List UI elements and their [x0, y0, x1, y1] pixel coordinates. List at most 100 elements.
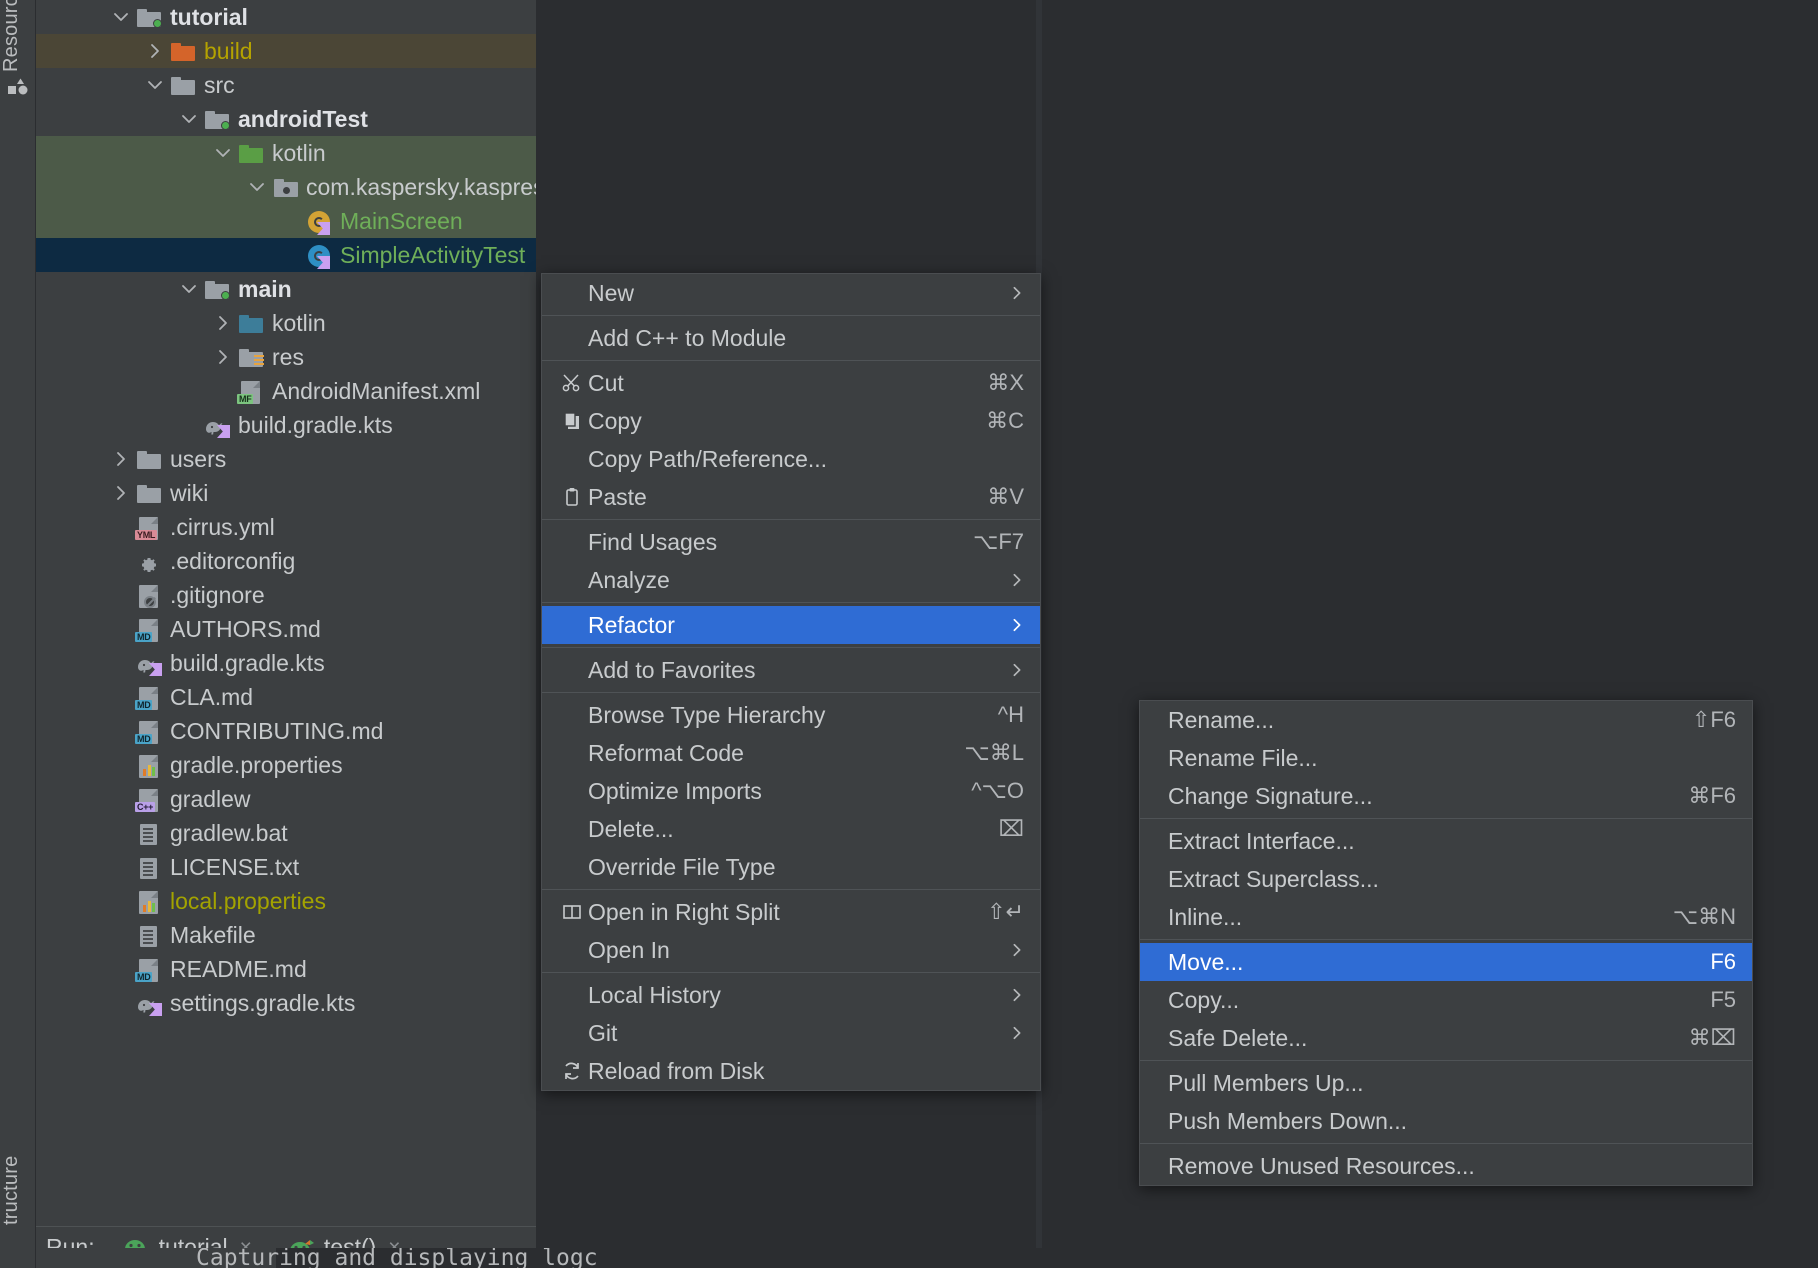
- menu-item[interactable]: Pull Members Up...: [1140, 1064, 1752, 1102]
- tree-row[interactable]: gradlew.bat: [36, 816, 536, 850]
- menu-item[interactable]: Rename File...: [1140, 739, 1752, 777]
- menu-separator: [542, 889, 1040, 890]
- chevron-down-icon[interactable]: [142, 77, 168, 93]
- chevron-right-icon: [1010, 618, 1024, 632]
- module-folder-icon: [205, 111, 230, 130]
- tree-row[interactable]: local.properties: [36, 884, 536, 918]
- tree-row[interactable]: settings.gradle.kts: [36, 986, 536, 1020]
- menu-item-shortcut: F5: [1710, 987, 1736, 1012]
- context-menu[interactable]: New Add C++ to Module Cut ⌘X Copy ⌘C Copy Path…: [541, 273, 1041, 1091]
- tree-row[interactable]: MD AUTHORS.md: [36, 612, 536, 646]
- tree-item-label: androidTest: [238, 105, 368, 132]
- menu-item[interactable]: Local History: [542, 976, 1040, 1014]
- chevron-right-icon[interactable]: [210, 315, 236, 331]
- project-tree-panel[interactable]: tutorial build src androidTest kotlin com.kas…: [36, 0, 536, 1226]
- tree-row[interactable]: build.gradle.kts: [36, 408, 536, 442]
- menu-item[interactable]: Cut ⌘X: [542, 364, 1040, 402]
- menu-item[interactable]: Remove Unused Resources...: [1140, 1147, 1752, 1185]
- source-folder-icon: [239, 315, 263, 333]
- menu-item[interactable]: Copy ⌘C: [542, 402, 1040, 440]
- tree-row[interactable]: users: [36, 442, 536, 476]
- tree-row[interactable]: MD CONTRIBUTING.md: [36, 714, 536, 748]
- menu-item[interactable]: Refactor: [542, 606, 1040, 644]
- menu-item-label: Reformat Code: [588, 739, 744, 766]
- chevron-down-icon[interactable]: [176, 281, 202, 297]
- menu-item[interactable]: Browse Type Hierarchy ^H: [542, 696, 1040, 734]
- tree-row[interactable]: MD CLA.md: [36, 680, 536, 714]
- menu-item[interactable]: Optimize Imports ^⌥O: [542, 772, 1040, 810]
- chevron-right-icon[interactable]: [142, 43, 168, 59]
- gradle-file-icon: [136, 994, 162, 1016]
- tree-row[interactable]: src: [36, 68, 536, 102]
- tree-row[interactable]: MF AndroidManifest.xml: [36, 374, 536, 408]
- tool-tab-structure[interactable]: tructure: [0, 1156, 36, 1266]
- menu-item[interactable]: Push Members Down...: [1140, 1102, 1752, 1140]
- tree-item-label: CLA.md: [170, 683, 254, 710]
- tree-row[interactable]: .gitignore: [36, 578, 536, 612]
- chevron-right-icon[interactable]: [108, 451, 134, 467]
- text-file-icon: [140, 858, 157, 879]
- menu-item-label: Rename...: [1168, 706, 1275, 733]
- menu-item[interactable]: Safe Delete... ⌘⌧: [1140, 1019, 1752, 1057]
- menu-item[interactable]: Reformat Code ⌥⌘L: [542, 734, 1040, 772]
- menu-item[interactable]: Paste ⌘V: [542, 478, 1040, 516]
- menu-item[interactable]: Override File Type: [542, 848, 1040, 886]
- tree-row[interactable]: Makefile: [36, 918, 536, 952]
- tree-item-label: .editorconfig: [170, 547, 296, 574]
- tree-row[interactable]: main: [36, 272, 536, 306]
- kotlin-class-icon: [308, 245, 330, 269]
- tree-row[interactable]: res: [36, 340, 536, 374]
- menu-item-shortcut: ⌘C: [986, 408, 1024, 433]
- menu-separator: [542, 315, 1040, 316]
- tree-row[interactable]: C++ gradlew: [36, 782, 536, 816]
- chevron-down-icon[interactable]: [244, 179, 270, 195]
- tree-row[interactable]: gradle.properties: [36, 748, 536, 782]
- chevron-down-icon[interactable]: [108, 9, 134, 25]
- tree-row[interactable]: tutorial: [36, 0, 536, 34]
- tree-row[interactable]: kotlin: [36, 136, 536, 170]
- tree-row[interactable]: SimpleActivityTest: [36, 238, 536, 272]
- tree-row[interactable]: build: [36, 34, 536, 68]
- tree-row[interactable]: MainScreen: [36, 204, 536, 238]
- tool-tab-resource[interactable]: Resourc: [0, 0, 36, 116]
- menu-item[interactable]: Move... F6: [1140, 943, 1752, 981]
- chevron-right-icon[interactable]: [108, 485, 134, 501]
- menu-item[interactable]: Delete... ⌧: [542, 810, 1040, 848]
- tree-row[interactable]: kotlin: [36, 306, 536, 340]
- tree-row[interactable]: .editorconfig: [36, 544, 536, 578]
- tree-row[interactable]: LICENSE.txt: [36, 850, 536, 884]
- menu-item[interactable]: Extract Interface...: [1140, 822, 1752, 860]
- menu-item[interactable]: Open in Right Split ⇧↵: [542, 893, 1040, 931]
- menu-item[interactable]: Analyze: [542, 561, 1040, 599]
- menu-item[interactable]: Copy... F5: [1140, 981, 1752, 1019]
- menu-item[interactable]: Change Signature... ⌘F6: [1140, 777, 1752, 815]
- tree-row[interactable]: MD README.md: [36, 952, 536, 986]
- chevron-down-icon[interactable]: [176, 111, 202, 127]
- tree-row[interactable]: com.kaspersky.kaspresso.tutorial.screen: [36, 170, 536, 204]
- menu-item-label: Git: [588, 1019, 618, 1046]
- chevron-right-icon[interactable]: [210, 349, 236, 365]
- menu-item[interactable]: Git: [542, 1014, 1040, 1052]
- menu-item-label: Remove Unused Resources...: [1168, 1152, 1475, 1179]
- menu-item[interactable]: Rename... ⇧F6: [1140, 701, 1752, 739]
- tree-item-label: build: [204, 37, 253, 64]
- tree-row[interactable]: androidTest: [36, 102, 536, 136]
- chevron-down-icon[interactable]: [210, 145, 236, 161]
- refactor-submenu[interactable]: Rename... ⇧F6 Rename File... Change Signatu…: [1139, 700, 1753, 1186]
- menu-item[interactable]: Open In: [542, 931, 1040, 969]
- menu-item[interactable]: Extract Superclass...: [1140, 860, 1752, 898]
- menu-separator: [1140, 939, 1752, 940]
- menu-item[interactable]: New: [542, 274, 1040, 312]
- menu-item-label: Browse Type Hierarchy: [588, 701, 826, 728]
- menu-item[interactable]: Copy Path/Reference...: [542, 440, 1040, 478]
- menu-item[interactable]: Add to Favorites: [542, 651, 1040, 689]
- tree-row[interactable]: wiki: [36, 476, 536, 510]
- menu-item[interactable]: Add C++ to Module: [542, 319, 1040, 357]
- chevron-right-icon: [1010, 663, 1024, 677]
- menu-item[interactable]: Find Usages ⌥F7: [542, 523, 1040, 561]
- tree-item-icon: [134, 990, 164, 1016]
- menu-item[interactable]: Reload from Disk: [542, 1052, 1040, 1090]
- menu-item[interactable]: Inline... ⌥⌘N: [1140, 898, 1752, 936]
- tree-row[interactable]: build.gradle.kts: [36, 646, 536, 680]
- tree-row[interactable]: YML .cirrus.yml: [36, 510, 536, 544]
